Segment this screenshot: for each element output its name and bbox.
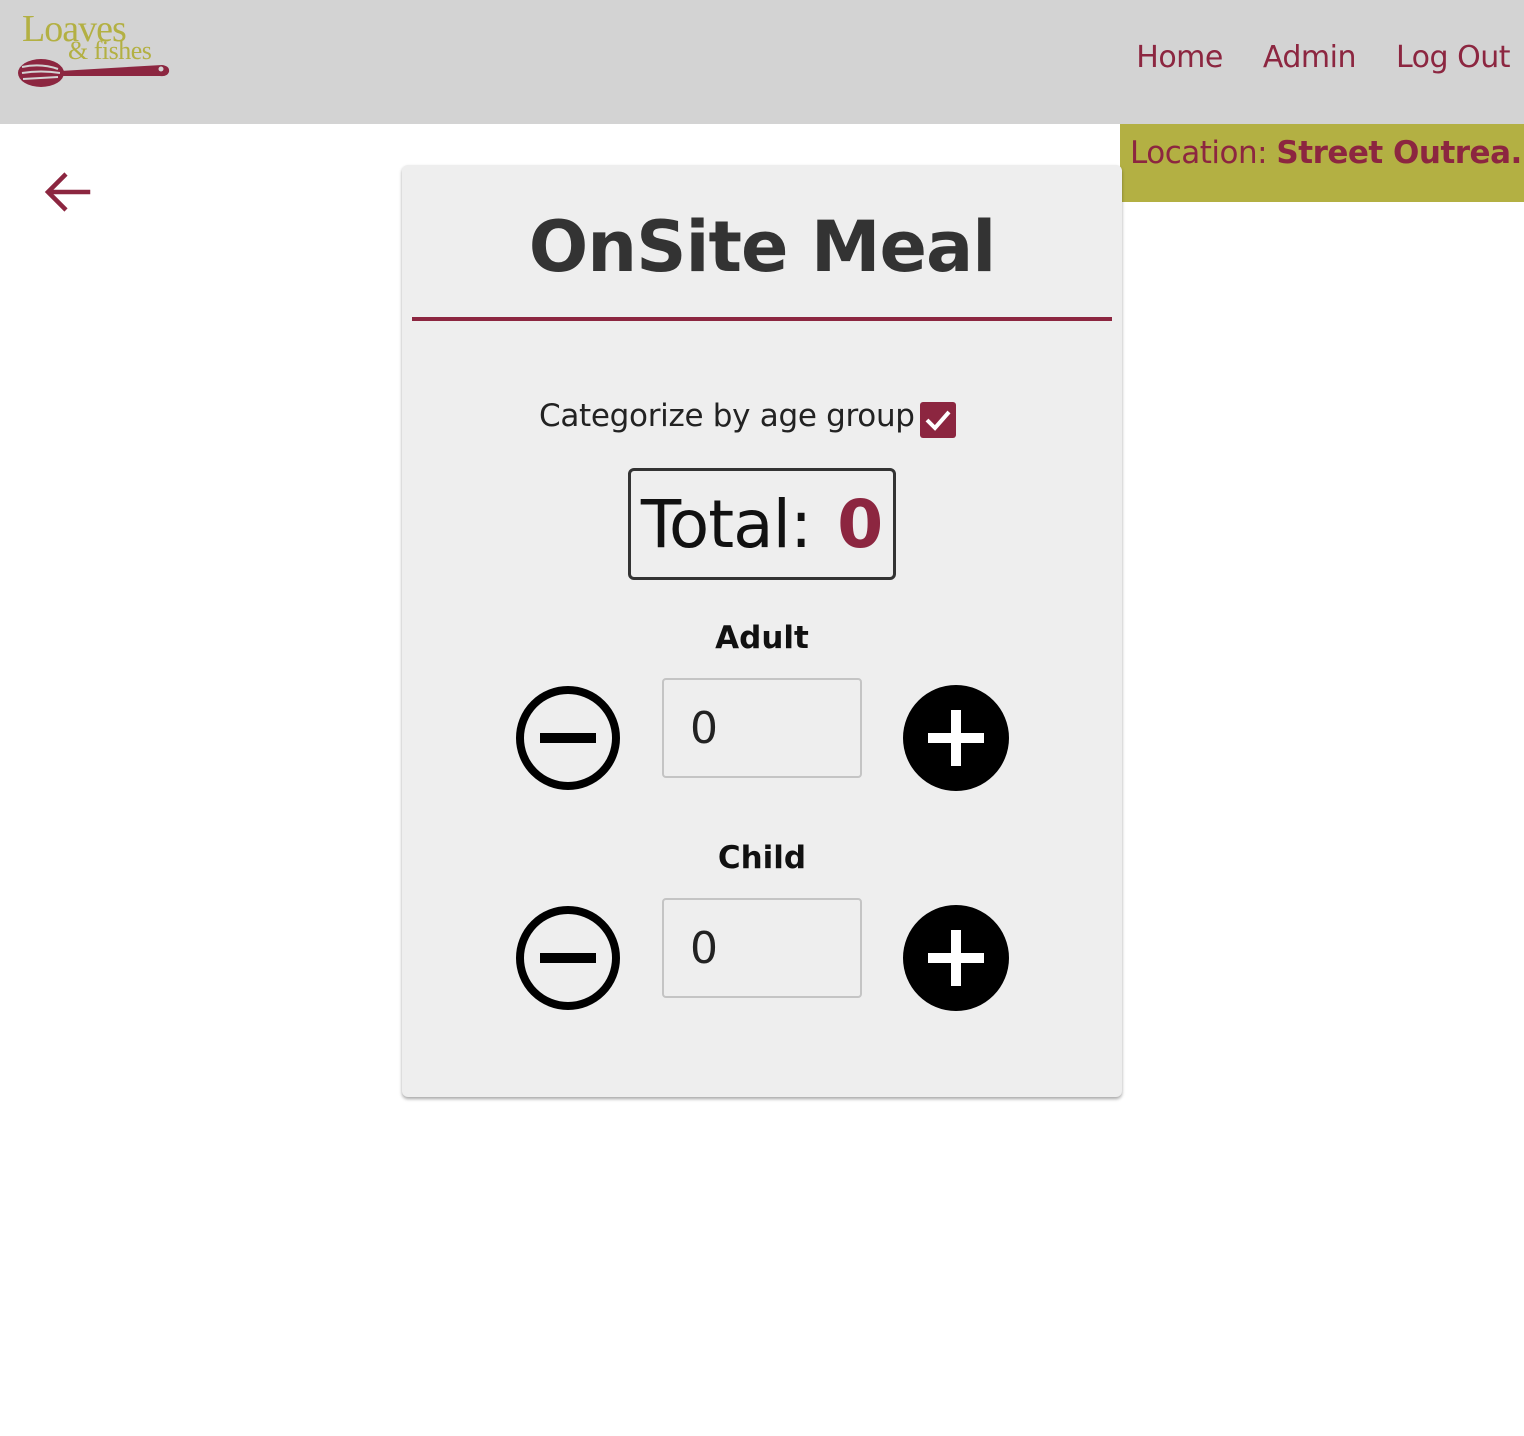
child-count-input[interactable] [662,898,862,998]
child-increment-button[interactable] [902,904,1010,1012]
adult-increment-button[interactable] [902,684,1010,792]
total-value: 0 [837,485,884,563]
location-label: Location: [1130,135,1268,171]
back-arrow-icon[interactable] [40,166,96,222]
adult-decrement-button[interactable] [514,684,622,792]
nav-logout-link[interactable]: Log Out [1396,40,1511,75]
categorize-label: Categorize by age group [539,398,915,434]
child-label: Child [717,840,807,876]
loaves-fishes-logo[interactable]: Loaves & fishes [14,8,174,94]
categorize-checkbox[interactable] [920,402,956,438]
adult-label: Adult [715,620,809,656]
total-label: Total: [640,485,812,563]
minus-circle-icon [516,686,620,790]
title-divider [412,317,1112,321]
page-title: OnSite Meal [528,206,996,288]
top-navbar: Loaves & fishes Home Admin Log Out [0,0,1524,124]
spoon-icon [18,59,170,87]
plus-circle-icon [903,685,1009,791]
nav-home-link[interactable]: Home [1136,40,1223,75]
location-value: Street Outrea... [1276,135,1524,171]
location-banner[interactable]: Location: Street Outrea... [1120,124,1524,202]
plus-circle-icon [903,905,1009,1011]
checkmark-icon [925,410,951,431]
total-display: Total: 0 [628,468,896,580]
main-nav: Home Admin Log Out [1136,40,1510,75]
child-decrement-button[interactable] [514,904,622,1012]
minus-circle-icon [516,906,620,1010]
nav-admin-link[interactable]: Admin [1263,40,1357,75]
adult-count-input[interactable] [662,678,862,778]
